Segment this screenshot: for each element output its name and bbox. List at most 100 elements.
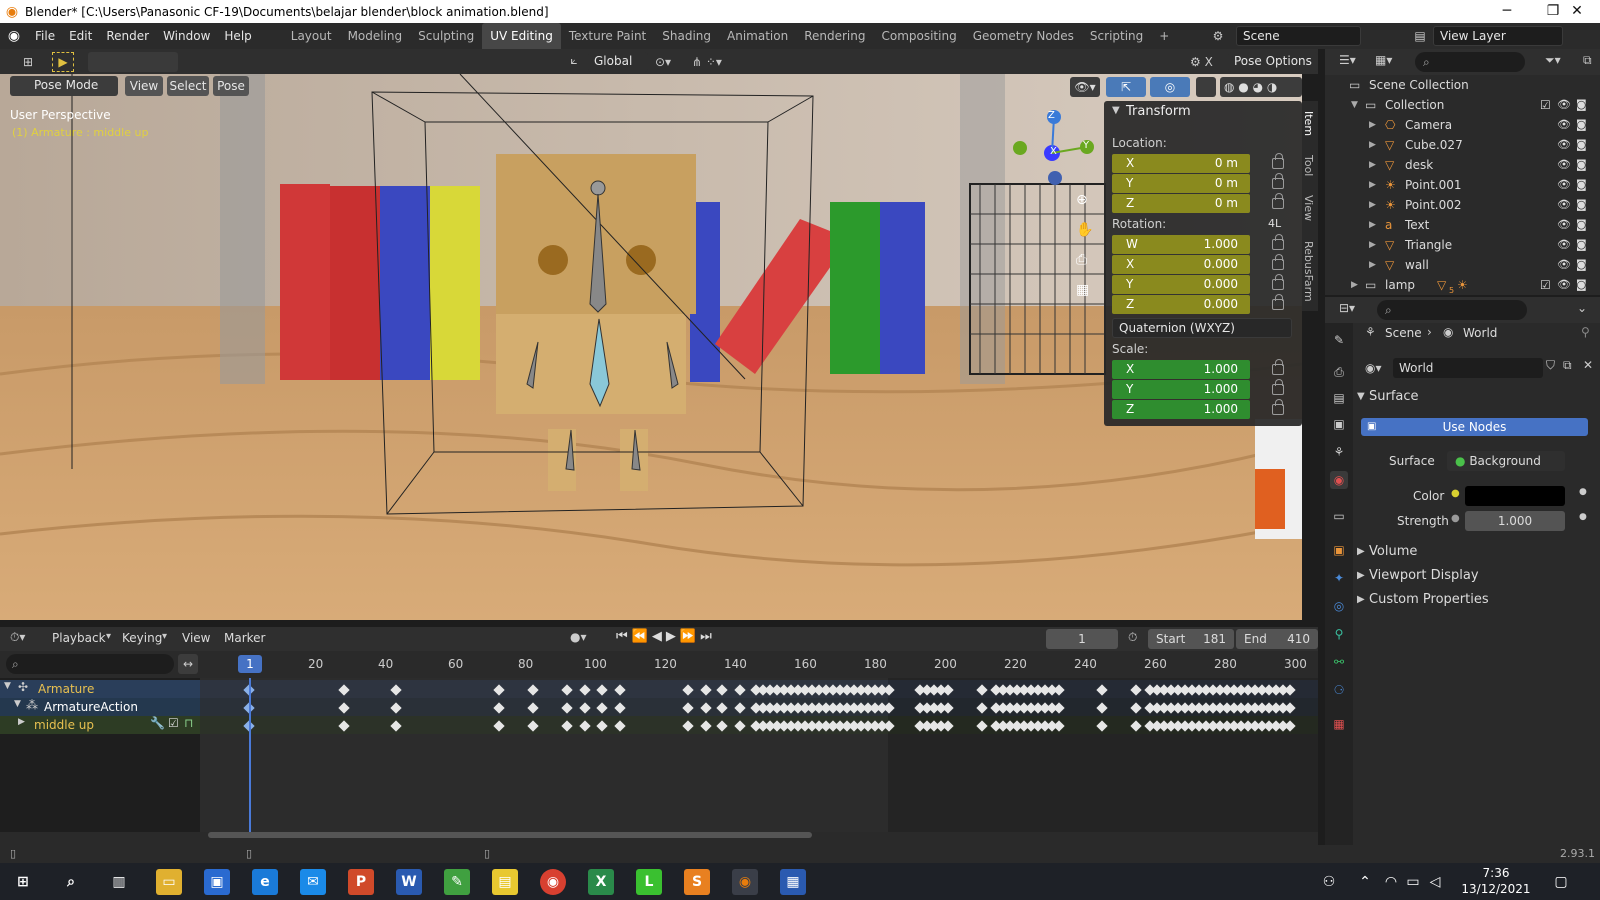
checkbox-icon[interactable]: ☑ [1540, 95, 1551, 115]
data-tab-icon[interactable]: ⚯ [1330, 653, 1348, 671]
clock-icon[interactable]: ⏱ [1128, 630, 1137, 645]
physics-tab-icon[interactable]: ◎ [1330, 597, 1348, 615]
lock-icon[interactable] [1272, 234, 1284, 250]
checkbox-icon[interactable]: ☑ [168, 716, 179, 730]
volume-panel-header[interactable]: Volume [1369, 544, 1417, 559]
lock-icon[interactable] [1272, 193, 1284, 209]
outliner-row[interactable]: ▶ ▽ wall 👁 ◙ [1325, 255, 1600, 275]
camera-icon[interactable]: ◙ [1576, 95, 1587, 115]
tab-shading[interactable]: Shading [654, 23, 719, 49]
notifications-icon[interactable]: ▢ [1548, 869, 1574, 895]
sidebar-tab-item[interactable]: Item [1302, 111, 1315, 136]
visibility-icon[interactable]: 👁▾ [1070, 77, 1100, 97]
lock-icon[interactable] [1272, 359, 1284, 375]
rotation-w-field[interactable]: W 1.000 [1112, 235, 1250, 254]
rotation-y-field[interactable]: Y 0.000 [1112, 275, 1250, 294]
camera-icon[interactable]: ◙ [1576, 255, 1587, 275]
surface-shader-field[interactable]: ● Background [1447, 451, 1565, 471]
rotation-mode-dropdown[interactable]: Quaternion (WXYZ) [1112, 318, 1292, 338]
calculator-icon[interactable]: ▦ [780, 869, 806, 895]
scale-y-field[interactable]: Y 1.000 [1112, 380, 1250, 399]
edge-icon[interactable]: e [252, 869, 278, 895]
outliner-row[interactable]: ▶ ☀ Point.001 👁 ◙ [1325, 175, 1600, 195]
pose-mirror-icon[interactable]: ⚙ X [1190, 52, 1222, 72]
camera-view-icon[interactable]: ⎙ [1076, 252, 1087, 268]
tab-uv-editing[interactable]: UV Editing [482, 23, 561, 49]
timeline-scrollbar[interactable] [208, 832, 812, 838]
record-icon[interactable]: ●▾ [570, 630, 587, 644]
tab-texture-paint[interactable]: Texture Paint [561, 23, 654, 49]
view-menu[interactable]: View [182, 631, 210, 645]
camera-icon[interactable]: ◙ [1576, 215, 1587, 235]
expand-arrow-icon[interactable]: ▶ [1357, 546, 1365, 557]
outliner-search-input[interactable]: ⌕ [1415, 52, 1525, 72]
output-tab-icon[interactable]: ▤ [1330, 389, 1348, 407]
store-icon[interactable]: ▣ [204, 869, 230, 895]
filter-icon[interactable]: ⏷▾ [1545, 53, 1561, 68]
channel-row[interactable]: ▼ ⁂ ArmatureAction [0, 698, 200, 716]
marker-menu[interactable]: Marker [224, 631, 265, 645]
expand-arrow-icon[interactable]: ▶ [1369, 115, 1376, 135]
channel-row[interactable]: ▼ ✣ Armature [0, 680, 200, 698]
bone-tab-icon[interactable]: ⚆ [1330, 681, 1348, 699]
camera-icon[interactable]: ◙ [1576, 155, 1587, 175]
transform-orientation-dropdown[interactable]: Global [588, 52, 648, 72]
expand-arrow-icon[interactable]: ▶ [1369, 135, 1376, 155]
zoom-icon[interactable]: ⊕ [1076, 192, 1088, 208]
scene-tab-icon[interactable]: ⚘ [1330, 443, 1348, 461]
current-frame-field[interactable]: 1 [1046, 629, 1118, 649]
lock-open-icon[interactable]: ⊓ [184, 716, 193, 730]
windows-start-icon[interactable]: ⊞ [10, 869, 36, 895]
dopesheet-area[interactable] [200, 678, 1318, 832]
modifier-tab-icon[interactable]: ✦ [1330, 569, 1348, 587]
texture-tab-icon[interactable]: ▦ [1330, 715, 1348, 733]
eye-icon[interactable]: 👁 [1557, 175, 1571, 195]
blender-taskbar-icon[interactable]: ◉ [732, 869, 758, 895]
powerpoint-icon[interactable]: P [348, 869, 374, 895]
object-tab-icon[interactable]: ▣ [1330, 541, 1348, 559]
lock-icon[interactable] [1272, 399, 1284, 415]
display-mode-icon[interactable]: ▦▾ [1375, 53, 1392, 67]
timeline-ruler[interactable]: ⌕ ↔ 1 20 40 60 80 100 120 140 160 180 20… [0, 651, 1318, 678]
mode-selector[interactable]: Pose Mode [10, 76, 118, 96]
clock-time[interactable]: 7:36 [1464, 866, 1528, 880]
lock-icon[interactable] [1272, 294, 1284, 310]
checkbox-icon[interactable]: ☑ [1540, 275, 1551, 295]
lock-icon[interactable] [1272, 153, 1284, 169]
tray-up-icon[interactable]: ⌃ [1352, 869, 1378, 895]
outliner-row[interactable]: ▶ ▽ Cube.027 👁 ◙ [1325, 135, 1600, 155]
camera-icon[interactable]: ◙ [1576, 195, 1587, 215]
world-name-field[interactable]: World [1393, 358, 1543, 378]
collapse-arrow-icon[interactable]: ▼ [1357, 391, 1365, 402]
eye-icon[interactable]: 👁 [1557, 115, 1571, 135]
eye-icon[interactable]: 👁 [1557, 235, 1571, 255]
camera-icon[interactable]: ◙ [1576, 135, 1587, 155]
channel-row[interactable]: ▶ middle up 🔧 ☑ ⊓ [0, 716, 200, 734]
expand-arrow-icon[interactable]: ▶ [1369, 255, 1376, 275]
pan-hand-icon[interactable]: ✋ [1076, 222, 1093, 238]
mail-icon[interactable]: ✉ [300, 869, 326, 895]
channel-search-input[interactable]: ⌕ [6, 654, 174, 674]
eye-icon[interactable]: 👁 [1557, 135, 1571, 155]
keying-menu[interactable]: Keying [122, 631, 162, 645]
expand-arrow-icon[interactable]: ▶ [1369, 155, 1376, 175]
line-icon[interactable]: L [636, 869, 662, 895]
location-x-field[interactable]: X 0 m [1112, 154, 1250, 173]
color-swatch[interactable] [1465, 486, 1565, 506]
use-nodes-button[interactable]: ▣ Use Nodes [1361, 418, 1588, 436]
outliner-row[interactable]: ▶ a Text 👁 ◙ [1325, 215, 1600, 235]
properties-search-input[interactable]: ⌕ [1377, 300, 1527, 320]
end-frame-field[interactable]: End 410 [1236, 629, 1318, 649]
start-frame-field[interactable]: Start 181 [1148, 629, 1234, 649]
properties-editor-icon[interactable]: ⊟▾ [1339, 301, 1355, 315]
clock-date[interactable]: 13/12/2021 [1458, 882, 1534, 896]
snap-icon[interactable]: ⋔ ⁘▾ [692, 52, 744, 72]
lock-icon[interactable] [1272, 379, 1284, 395]
expand-arrow-icon[interactable]: ▶ [1369, 175, 1376, 195]
outliner-row[interactable]: ▼ ▭ Collection ☑ 👁 ◙ [1325, 95, 1600, 115]
expand-arrow-icon[interactable]: ▼ [14, 699, 21, 709]
pin-icon[interactable]: ⚲ [1581, 325, 1590, 339]
world-tab-icon[interactable]: ◉ [1330, 471, 1348, 489]
minimize-button[interactable]: ─ [1484, 0, 1530, 23]
collapse-arrow-icon[interactable]: ▼ [1112, 105, 1120, 116]
